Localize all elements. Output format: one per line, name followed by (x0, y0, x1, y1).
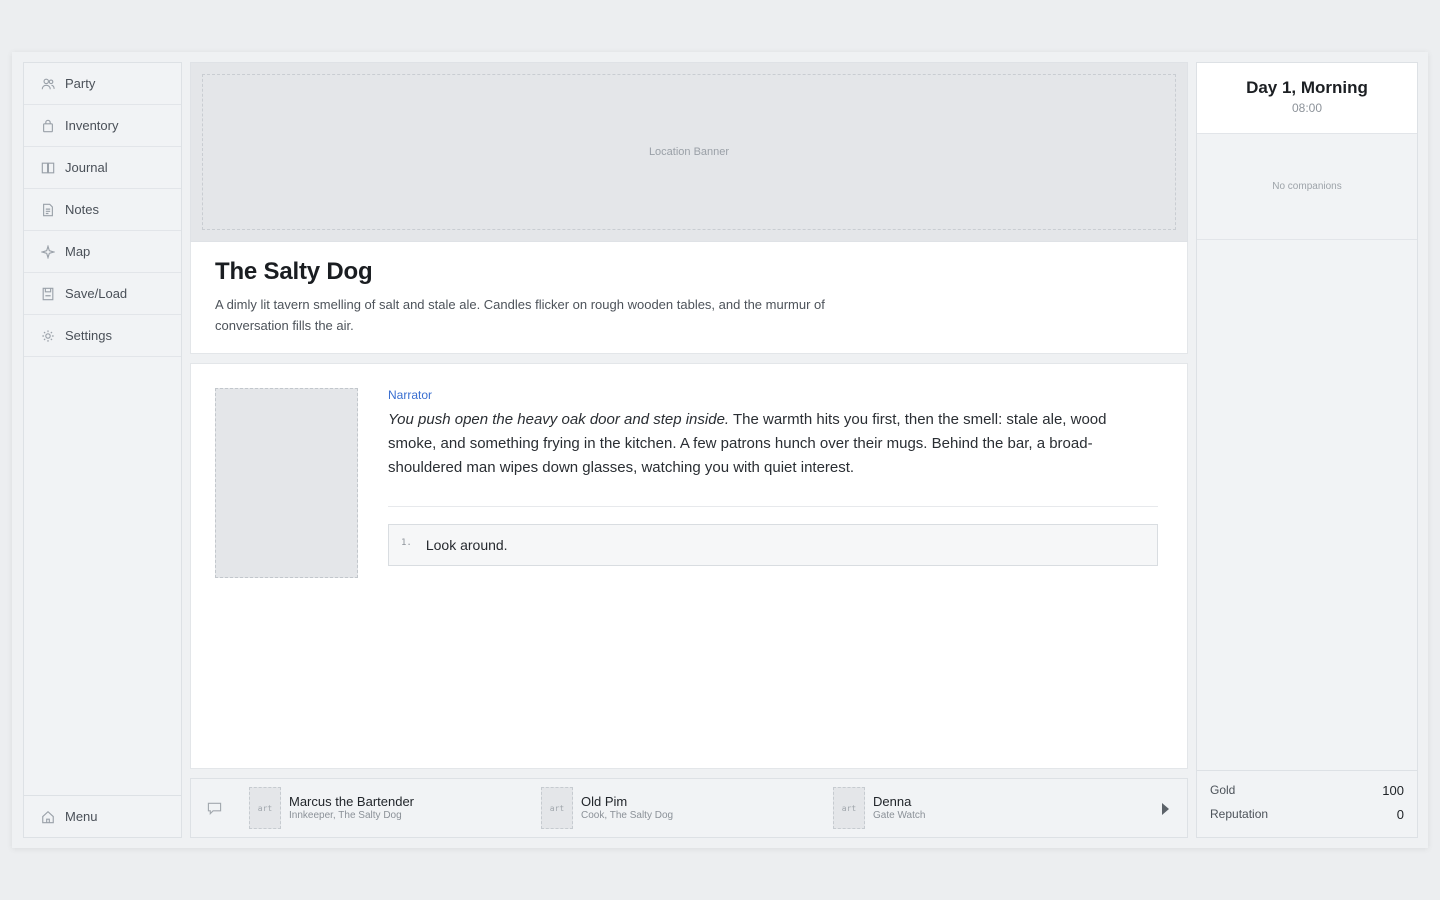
chat-icon (207, 801, 223, 817)
sidebar-item-label: Settings (65, 328, 112, 343)
stat-gold: Gold 100 (1210, 783, 1404, 807)
npc-name: Denna (873, 794, 912, 809)
game-clock: Day 1, Morning 08:00 (1197, 63, 1417, 134)
story-card: Narrator You push open the heavy oak doo… (190, 363, 1188, 769)
npc-card[interactable]: art Marcus the Bartender Innkeeper, The … (249, 787, 414, 829)
sidebar-item-inventory[interactable]: Inventory (24, 105, 181, 147)
speaker-name: Narrator (388, 388, 433, 402)
location-card: The Salty Dog A dimly lit tavern smellin… (190, 242, 1188, 354)
book-icon (40, 160, 56, 176)
npc-role: Cook, The Salty Dog (581, 810, 674, 821)
location-title: The Salty Dog (215, 258, 373, 285)
sidebar-item-label: Save/Load (65, 286, 128, 301)
stat-value: 100 (1382, 783, 1404, 798)
sidebar-item-label: Inventory (65, 118, 119, 133)
main-area: Location Banner The Salty Dog A dimly li… (190, 62, 1188, 838)
location-banner: Location Banner (202, 74, 1176, 230)
home-icon (40, 809, 56, 825)
menu-label: Menu (65, 809, 98, 824)
stat-value: 0 (1396, 807, 1404, 822)
npc-role: Gate Watch (873, 810, 926, 821)
companions-empty-text: No companions (1272, 181, 1342, 192)
story-panel: Narrator You push open the heavy oak doo… (388, 388, 1158, 566)
npc-art: art (833, 787, 865, 829)
choice-text: Look around. (425, 537, 508, 553)
npc-name: Marcus the Bartender (289, 794, 415, 809)
choice-number: 1. (401, 538, 412, 548)
location-description: A dimly lit tavern smelling of salt and … (215, 297, 825, 333)
sidebar-item-label: Notes (65, 202, 99, 217)
gear-icon (40, 328, 56, 344)
npc-bar: art Marcus the Bartender Innkeeper, The … (190, 778, 1188, 838)
sidebar-item-journal[interactable]: Journal (24, 147, 181, 189)
save-icon (40, 286, 56, 302)
npc-name: Old Pim (581, 794, 628, 809)
npc-art: art (541, 787, 573, 829)
stat-label: Gold (1210, 783, 1236, 797)
banner-label: Location Banner (648, 146, 730, 158)
status-panel: Day 1, Morning 08:00 No companions Gold … (1196, 62, 1418, 838)
next-arrow-icon[interactable] (1159, 801, 1171, 817)
sidebar-item-notes[interactable]: Notes (24, 189, 181, 231)
choice-option[interactable]: 1. Look around. (388, 524, 1158, 566)
time-label: 08:00 (1291, 101, 1323, 115)
divider (388, 506, 1158, 507)
stat-label: Reputation (1210, 807, 1269, 821)
npc-card[interactable]: art Old Pim Cook, The Salty Dog (541, 787, 673, 829)
location-banner-area: Location Banner (190, 62, 1188, 242)
story-intro: You push open the heavy oak door and ste… (388, 411, 730, 428)
npc-art: art (249, 787, 281, 829)
sidebar-item-label: Journal (65, 160, 108, 175)
party-icon (40, 76, 56, 92)
menu-button[interactable]: Menu (24, 795, 181, 837)
npc-card[interactable]: art Denna Gate Watch (833, 787, 925, 829)
companions-list: No companions (1197, 134, 1417, 240)
sidebar-item-label: Party (65, 76, 96, 91)
sidebar-item-label: Map (65, 244, 91, 259)
compass-icon (40, 244, 56, 260)
bag-icon (40, 118, 56, 134)
sidebar-item-settings[interactable]: Settings (24, 315, 181, 357)
sidebar-item-map[interactable]: Map (24, 231, 181, 273)
sidebar-item-party[interactable]: Party (24, 63, 181, 105)
sidebar: Party Inventory Journal Notes Map Save/L… (23, 62, 182, 838)
sidebar-item-save-load[interactable]: Save/Load (24, 273, 181, 315)
story-text: You push open the heavy oak door and ste… (388, 408, 1158, 480)
stat-reputation: Reputation 0 (1210, 807, 1404, 831)
note-icon (40, 202, 56, 218)
npc-role: Innkeeper, The Salty Dog (289, 810, 402, 821)
stats-panel: Gold 100 Reputation 0 (1197, 770, 1417, 837)
speaker-portrait (215, 388, 358, 578)
day-label: Day 1, Morning (1246, 78, 1368, 97)
